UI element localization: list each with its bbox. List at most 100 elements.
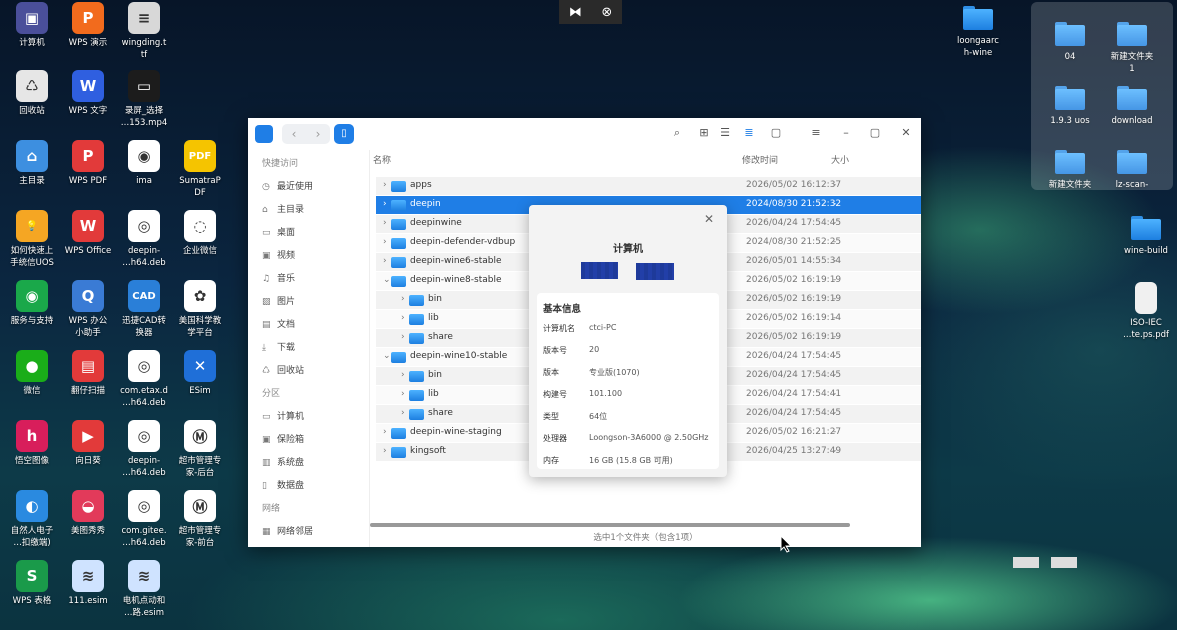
desktop-icon[interactable]: ≡ wingding.t tf — [114, 2, 174, 61]
desktop-icon[interactable]: h 悟空图像 — [2, 420, 62, 467]
desktop-icon[interactable]: ✕ ESim — [170, 350, 230, 397]
desktop-icon[interactable]: loongaarc h-wine — [948, 2, 1008, 59]
sidebar-item[interactable]: ⤓ 下载 — [262, 340, 362, 353]
desktop-icon[interactable]: ▤ 翻仔扫描 — [58, 350, 118, 397]
desktop-icon[interactable]: wine-build — [1116, 212, 1176, 257]
app-icon: ▭ — [128, 70, 160, 102]
close-icon[interactable]: ✕ — [704, 212, 714, 226]
expand-chevron-icon[interactable]: › — [383, 446, 387, 456]
sidebar-item[interactable]: ▭ 桌面 — [262, 225, 362, 238]
maximize-icon[interactable]: ▢ — [868, 126, 882, 140]
info-key: 计算机名 — [543, 324, 575, 333]
desktop-icon[interactable]: ≋ 111.esim — [58, 560, 118, 607]
column-header-modified[interactable]: 修改时间 — [742, 153, 778, 166]
computer-image-icon — [636, 263, 674, 280]
expand-chevron-icon[interactable]: › — [383, 237, 387, 247]
play-icon[interactable]: ⧓ — [569, 5, 582, 20]
search-icon[interactable]: ⌕ — [670, 126, 684, 140]
expand-chevron-icon[interactable]: › — [383, 256, 387, 266]
desktop-icon[interactable]: S WPS 表格 — [2, 560, 62, 607]
desktop-icon[interactable]: ◉ 服务与支持 — [2, 280, 62, 327]
desktop-icon[interactable]: ✿ 美国科学教 学平台 — [170, 280, 230, 339]
file-size: - — [833, 218, 837, 228]
desktop-icon-label: 录屏_选择 …153.mp4 — [120, 106, 168, 128]
location-device-button[interactable]: ▯ — [334, 124, 354, 144]
expand-chevron-icon[interactable]: › — [383, 218, 387, 228]
sidebar-item-icon: ▯ — [262, 481, 267, 491]
sidebar-item[interactable]: ♺ 回收站 — [262, 363, 362, 376]
sidebar-item[interactable]: ♫ 音乐 — [262, 271, 362, 284]
file-size: - — [833, 256, 837, 266]
horizontal-scrollbar[interactable] — [370, 523, 850, 527]
desktop-icon[interactable]: ◉ ima — [114, 140, 174, 187]
sidebar-item[interactable]: ▥ 系统盘 — [262, 455, 362, 468]
sidebar-item[interactable]: ▨ 图片 — [262, 294, 362, 307]
sidebar-item[interactable]: ▦ 网络邻居 — [262, 524, 362, 537]
desktop-icon[interactable]: ▭ 录屏_选择 …153.mp4 — [114, 70, 174, 129]
desktop-icon-label: WPS 表格 — [12, 596, 52, 606]
expand-chevron-icon[interactable]: › — [383, 199, 387, 209]
dock-thumbnail — [1013, 557, 1039, 568]
expand-chevron-icon[interactable]: › — [383, 427, 387, 437]
desktop-icon[interactable]: CAD 迅捷CAD转 换器 — [114, 280, 174, 339]
desktop-icon[interactable]: PDF SumatraP DF — [170, 140, 230, 199]
desktop-icon[interactable]: ◎ deepin- …h64.deb — [114, 210, 174, 269]
desktop-icon[interactable]: ◎ deepin- …h64.deb — [114, 420, 174, 479]
expand-chevron-icon[interactable]: ⌄ — [383, 275, 391, 285]
desktop-icon[interactable]: ◒ 美图秀秀 — [58, 490, 118, 537]
desktop-icon[interactable]: 💡 如何快速上 手统信UOS — [2, 210, 62, 269]
file-name: deepin-wine8-stable — [410, 275, 502, 285]
desktop-icon[interactable]: W WPS 文字 — [58, 70, 118, 117]
desktop-icon[interactable]: ◌ 企业微信 — [170, 210, 230, 257]
back-button[interactable]: ‹ — [282, 124, 306, 144]
sidebar-item[interactable]: ▤ 文档 — [262, 317, 362, 330]
expand-chevron-icon[interactable]: › — [401, 408, 405, 418]
forward-button[interactable]: › — [306, 124, 330, 144]
sidebar-item[interactable]: ⌂ 主目录 — [262, 202, 362, 215]
desktop-icon[interactable]: ◎ com.gitee. …h64.deb — [114, 490, 174, 549]
sidebar-item[interactable]: ▣ 保险箱 — [262, 432, 362, 445]
close-icon[interactable]: ✕ — [899, 126, 913, 140]
desktop-icon[interactable]: W WPS Office — [58, 210, 118, 257]
expand-chevron-icon[interactable]: › — [401, 313, 405, 323]
file-row[interactable]: › apps 2026/05/02 16:12:37- — [376, 177, 921, 195]
desktop-icon[interactable]: ▶ 向日葵 — [58, 420, 118, 467]
sidebar-item[interactable]: ▣ 视频 — [262, 248, 362, 261]
desktop-icon[interactable]: ● 微信 — [2, 350, 62, 397]
grid-view-icon[interactable]: ⊞ — [697, 126, 711, 140]
desktop-icon-label: com.gitee. …h64.deb — [121, 526, 167, 548]
tree-view-icon[interactable]: ≣ — [742, 126, 756, 140]
desktop-icon-label: 微信 — [23, 386, 41, 396]
close-capture-icon[interactable]: ⊗ — [601, 5, 612, 20]
desktop-icon[interactable]: Q WPS 办公 小助手 — [58, 280, 118, 339]
file-name: apps — [410, 180, 432, 190]
desktop-icon[interactable]: Ⓜ 超市管理专 家-后台 — [170, 420, 230, 479]
list-view-icon[interactable]: ☰ — [718, 126, 732, 140]
folder-icon — [409, 409, 424, 420]
desktop-icon[interactable]: ▣ 计算机 — [2, 2, 62, 49]
desktop-icon[interactable]: ♺ 回收站 — [2, 70, 62, 117]
sidebar-item[interactable]: ▯ 数据盘 — [262, 478, 362, 491]
desktop-icon[interactable]: ≋ 电机点动和 …路.esim — [114, 560, 174, 619]
expand-chevron-icon[interactable]: › — [383, 180, 387, 190]
desktop-icon[interactable]: Ⓜ 超市管理专 家-前台 — [170, 490, 230, 549]
minimize-icon[interactable]: – — [839, 126, 853, 140]
column-header-name[interactable]: 名称 — [373, 153, 391, 166]
desktop-icon[interactable]: ISO-IEC …te.ps.pdf — [1116, 282, 1176, 341]
desktop-icon[interactable]: P WPS 演示 — [58, 2, 118, 49]
column-header-size[interactable]: 大小 — [831, 153, 849, 166]
desktop-icon[interactable]: ◐ 自然人电子 …扣缴端) — [2, 490, 62, 549]
expand-chevron-icon[interactable]: › — [401, 294, 405, 304]
desktop-icon[interactable]: P WPS PDF — [58, 140, 118, 187]
preview-icon[interactable]: ▢ — [769, 126, 783, 140]
sidebar-item[interactable]: ◷ 最近使用 — [262, 179, 362, 192]
expand-chevron-icon[interactable]: › — [401, 370, 405, 380]
sidebar: 快捷访问 ◷ 最近使用 ⌂ 主目录 ▭ 桌面 ▣ 视频 ♫ 音乐 ▨ 图片 ▤ 文档 ⤓ 下载 ♺ 回收站 分区 ▭ 计算… — [248, 150, 370, 547]
menu-icon[interactable]: ≡ — [809, 126, 823, 140]
desktop-icon[interactable]: ◎ com.etax.d …h64.deb — [114, 350, 174, 409]
sidebar-item[interactable]: ▭ 计算机 — [262, 409, 362, 422]
desktop-icon[interactable]: ⌂ 主目录 — [2, 140, 62, 187]
expand-chevron-icon[interactable]: › — [401, 389, 405, 399]
expand-chevron-icon[interactable]: › — [401, 332, 405, 342]
expand-chevron-icon[interactable]: ⌄ — [383, 351, 391, 361]
